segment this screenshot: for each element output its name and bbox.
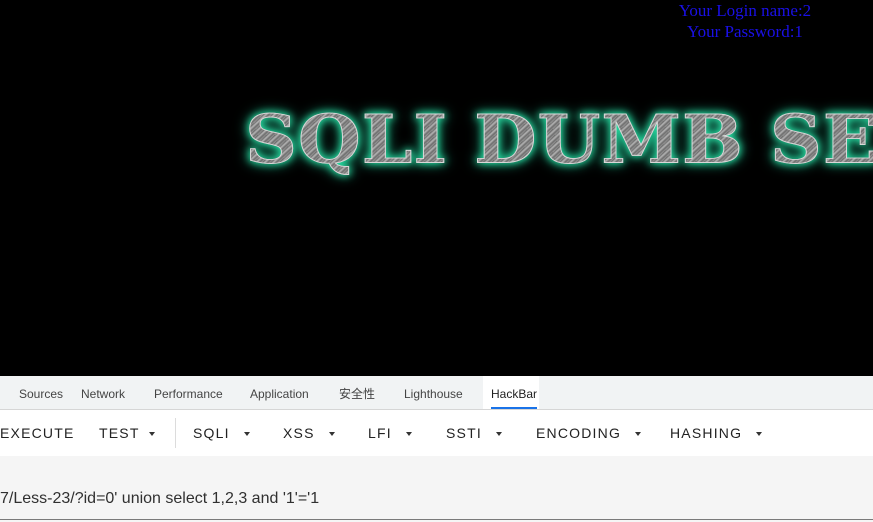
- caret-down-icon: [495, 432, 502, 437]
- xss-label: XSS: [283, 425, 315, 441]
- login-name-text: Your Login name:2: [678, 1, 812, 20]
- caret-down-icon: [405, 432, 412, 437]
- caret-down-icon: [328, 432, 335, 437]
- execute-button[interactable]: EXECUTE: [0, 410, 75, 456]
- caret-down-icon: [756, 432, 763, 437]
- toolbar-divider: [175, 418, 176, 448]
- execute-label: EXECUTE: [0, 425, 75, 441]
- lfi-label: LFI: [368, 425, 392, 441]
- tab-network[interactable]: Network: [81, 376, 125, 409]
- devtools-tabbar: Sources Network Performance Application …: [0, 376, 873, 410]
- sqli-banner-logo: SQLI DUMB SERIES: [244, 100, 873, 179]
- encoding-dropdown-button[interactable]: ENCODING: [536, 410, 642, 456]
- xss-dropdown-button[interactable]: XSS: [283, 410, 335, 456]
- caret-down-icon: [243, 432, 250, 437]
- url-area: 7/Less-23/?id=0' union select 1,2,3 and …: [0, 456, 873, 522]
- tab-lighthouse[interactable]: Lighthouse: [404, 376, 463, 409]
- password-text: Your Password:1: [687, 22, 803, 41]
- ssti-label: SSTI: [446, 425, 482, 441]
- sqli-dropdown-button[interactable]: SQLI: [193, 410, 250, 456]
- test-dropdown-button[interactable]: TEST: [99, 410, 155, 456]
- login-info: Your Login name:2 Your Password:1: [645, 0, 845, 42]
- page-viewport: Your Login name:2 Your Password:1 SQLI D…: [0, 0, 873, 376]
- caret-down-icon: [148, 432, 155, 437]
- url-input[interactable]: 7/Less-23/?id=0' union select 1,2,3 and …: [0, 478, 873, 520]
- tab-hackbar[interactable]: HackBar: [491, 376, 538, 409]
- tab-performance[interactable]: Performance: [154, 376, 223, 409]
- hackbar-toolbar: EXECUTE TEST SQLI XSS LFI SSTI ENCODING …: [0, 410, 873, 456]
- sqli-label: SQLI: [193, 425, 230, 441]
- hashing-label: HASHING: [670, 425, 743, 441]
- tab-security[interactable]: 安全性: [339, 376, 375, 409]
- caret-down-icon: [635, 432, 642, 437]
- hashing-dropdown-button[interactable]: HASHING: [670, 410, 763, 456]
- tab-sources[interactable]: Sources: [19, 376, 63, 409]
- test-label: TEST: [99, 425, 140, 441]
- lfi-dropdown-button[interactable]: LFI: [368, 410, 412, 456]
- devtools-panel: Sources Network Performance Application …: [0, 376, 873, 522]
- encoding-label: ENCODING: [536, 425, 622, 441]
- ssti-dropdown-button[interactable]: SSTI: [446, 410, 502, 456]
- tab-application[interactable]: Application: [250, 376, 309, 409]
